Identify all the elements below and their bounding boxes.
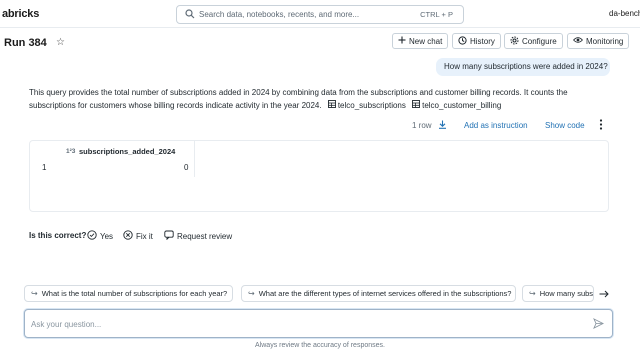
search-placeholder: Search data, notebooks, recents, and mor… xyxy=(199,10,360,19)
row-index: 1 xyxy=(42,163,47,172)
history-label: History xyxy=(470,36,495,46)
table-icon xyxy=(412,99,421,113)
return-arrow-icon: ↪ xyxy=(529,289,536,298)
result-table: 1²3 subscriptions_added_2024 1 0 xyxy=(29,140,609,212)
user-message: How many subscriptions were added in 202… xyxy=(436,58,610,76)
workspace-name[interactable]: da-bench xyxy=(609,9,640,18)
eye-icon xyxy=(572,36,584,46)
column-header-label: subscriptions_added_2024 xyxy=(79,146,176,156)
new-chat-button[interactable]: New chat xyxy=(392,33,449,49)
chat-input-box[interactable] xyxy=(24,309,613,338)
page-title: Run 384 xyxy=(4,37,47,49)
download-icon[interactable] xyxy=(438,120,447,131)
chat-bubble-icon xyxy=(164,230,174,242)
numeric-column-icon: 1²3 xyxy=(66,146,76,156)
row-count: 1 row xyxy=(412,121,432,130)
row-value: 0 xyxy=(184,163,189,172)
return-arrow-icon: ↪ xyxy=(248,289,255,298)
configure-label: Configure xyxy=(522,36,557,46)
kebab-menu-icon[interactable] xyxy=(599,119,603,132)
disclaimer: Always review the accuracy of responses. xyxy=(255,342,385,349)
column-divider xyxy=(194,141,195,177)
suggestion-chip[interactable]: ↪ What is the total number of subscripti… xyxy=(24,285,233,302)
return-arrow-icon: ↪ xyxy=(31,289,38,298)
global-search[interactable]: Search data, notebooks, recents, and mor… xyxy=(176,5,464,24)
column-header[interactable]: 1²3 subscriptions_added_2024 xyxy=(66,146,175,156)
table-icon xyxy=(327,99,336,113)
send-icon[interactable] xyxy=(593,318,605,331)
x-circle-icon xyxy=(123,230,133,242)
check-circle-icon xyxy=(87,230,97,242)
add-as-instruction-link[interactable]: Add as instruction xyxy=(464,121,528,130)
request-review-button[interactable]: Request review xyxy=(164,229,232,243)
plus-icon xyxy=(398,36,406,46)
suggestion-text: What are the different types of internet… xyxy=(258,289,512,298)
show-code-link[interactable]: Show code xyxy=(545,121,585,130)
monitoring-button[interactable]: Monitoring xyxy=(567,33,630,49)
top-bar: abricks Search data, notebooks, recents,… xyxy=(0,0,640,28)
assistant-answer: This query provides the total number of … xyxy=(29,87,589,112)
star-icon[interactable]: ☆ xyxy=(56,37,65,48)
gear-icon xyxy=(510,36,519,47)
arrow-right-icon[interactable] xyxy=(598,287,610,301)
fix-it-label: Fix it xyxy=(136,231,153,241)
new-chat-label: New chat xyxy=(409,36,443,46)
suggestion-text: How many subs xyxy=(539,289,594,298)
svg-text:1²3: 1²3 xyxy=(66,148,76,154)
suggestion-text: What is the total number of subscription… xyxy=(41,289,228,298)
history-button[interactable]: History xyxy=(452,33,501,49)
table-chip[interactable]: telco_subscriptions xyxy=(327,99,406,113)
fix-it-button[interactable]: Fix it xyxy=(123,229,153,243)
request-review-label: Request review xyxy=(177,231,233,241)
configure-button[interactable]: Configure xyxy=(504,33,563,49)
feedback-question: Is this correct? xyxy=(29,231,87,240)
history-icon xyxy=(458,35,467,47)
chat-input[interactable] xyxy=(31,316,571,332)
suggestion-chip[interactable]: ↪ What are the different types of intern… xyxy=(241,285,516,302)
suggestion-chip[interactable]: ↪ How many subs xyxy=(522,285,594,302)
search-icon xyxy=(185,9,195,21)
monitoring-label: Monitoring xyxy=(586,36,624,46)
table-chip[interactable]: telco_customer_billing xyxy=(412,99,502,113)
table-chip-label: telco_customer_billing xyxy=(422,100,502,110)
yes-button[interactable]: Yes xyxy=(87,229,113,243)
yes-label: Yes xyxy=(100,231,114,241)
search-shortcut: CTRL + P xyxy=(420,10,453,19)
app-logo[interactable]: abricks xyxy=(2,8,39,20)
table-chip-label: telco_subscriptions xyxy=(337,100,406,110)
